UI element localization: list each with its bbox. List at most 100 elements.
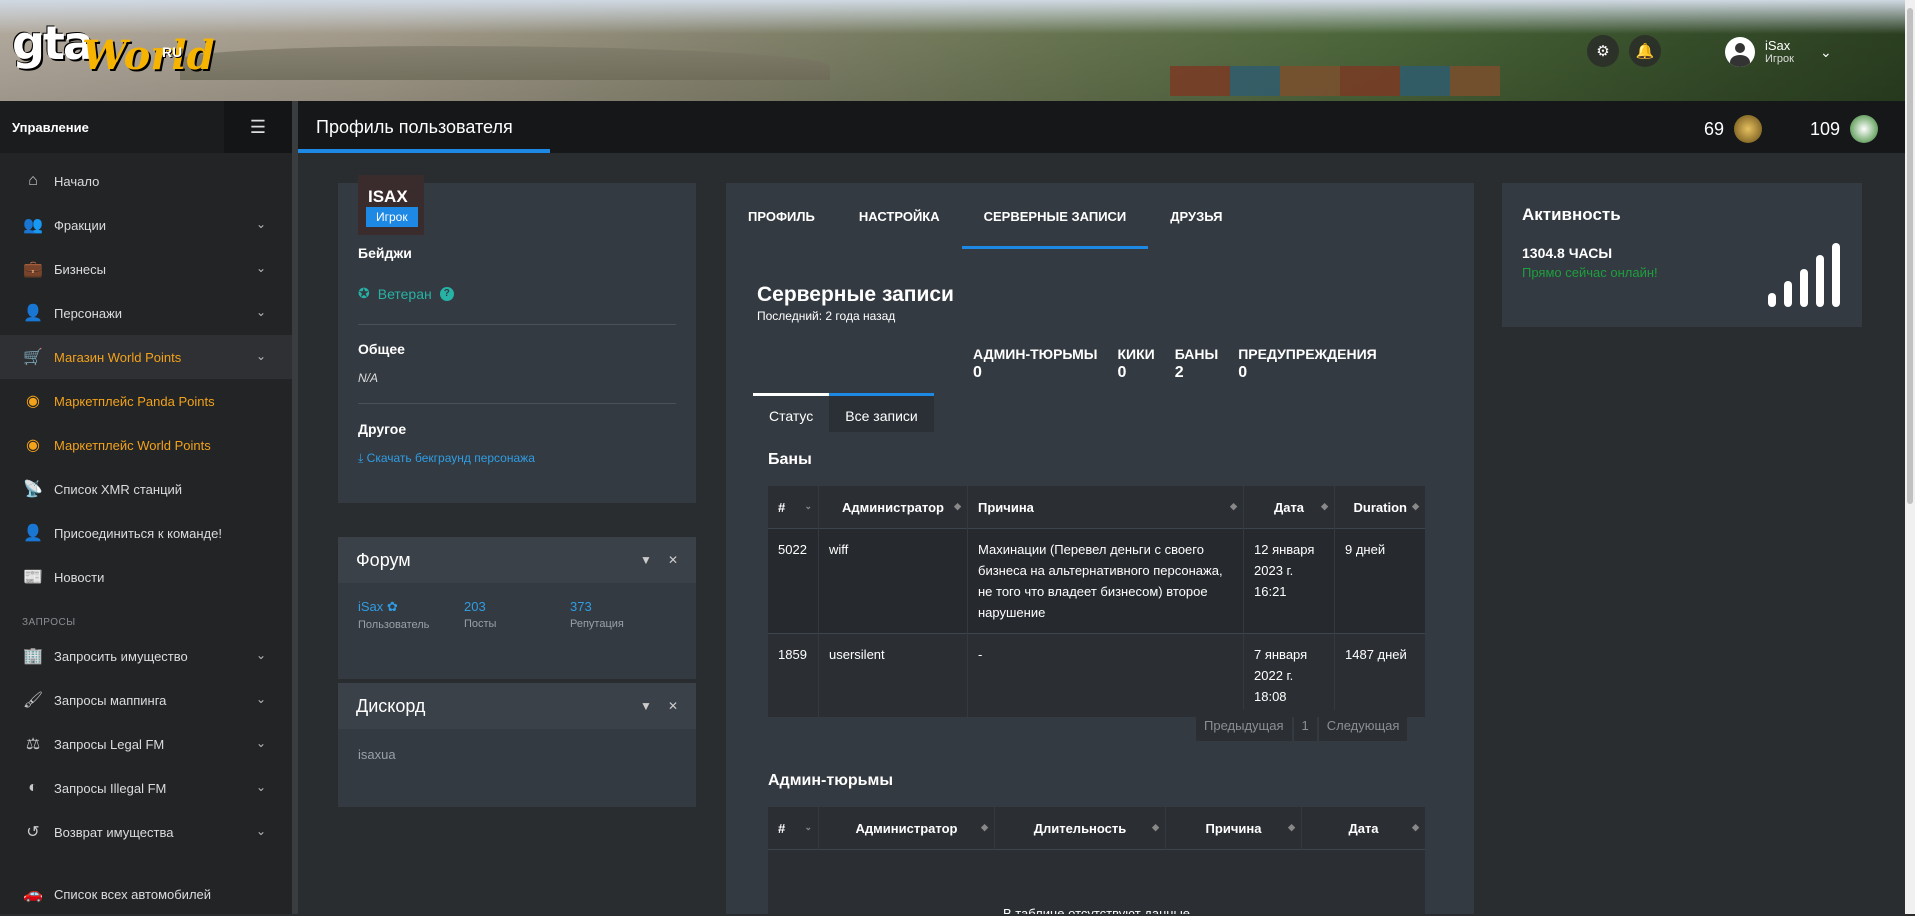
col-reason[interactable]: Причина ◆ [967, 486, 1244, 529]
forum-user-link[interactable]: iSax ✿ [358, 599, 464, 615]
close-icon[interactable]: ✕ [668, 699, 678, 713]
download-background-link[interactable]: ⤓ Скачать бекграунд персонажа [358, 451, 535, 466]
sort-icon: ◆ [1321, 501, 1328, 511]
discord-widget-header: Дискорд ▼ ✕ [338, 683, 696, 729]
undo-icon: ↺ [26, 824, 40, 841]
page-scrollbar[interactable] [1905, 0, 1915, 914]
world-points-stat: 109 [1810, 115, 1879, 143]
collapse-icon[interactable]: ▼ [640, 553, 652, 567]
table-header-row: # ⌄ Администратор ◆ Длительность ◆ Причина ◆… [768, 807, 1426, 850]
forum-widget: Форум ▼ ✕ iSax ✿ Пользователь 203 Посты … [338, 537, 696, 679]
avatar [1725, 37, 1755, 67]
subtab-all-records[interactable]: Все записи [829, 393, 934, 432]
sidebar-item-legal-fm[interactable]: ⚖ Запросы Legal FM ⌄ [0, 722, 292, 766]
sidebar-section-requests: ЗАПРОСЫ [22, 617, 76, 628]
bans-pagination: Предыдущая 1 Следующая [1196, 710, 1408, 741]
panda-icon [1850, 115, 1879, 143]
user-menu[interactable]: iSax Игрок ⌄ [1725, 34, 1832, 70]
verified-icon: ✿ [386, 599, 398, 614]
panda-points-value: 69 [1704, 118, 1725, 139]
tab-server-records[interactable]: СЕРВЕРНЫЕ ЗАПИСИ [961, 183, 1149, 249]
sidebar: Управление ☰ ⌂ Начало 👥 Фракции ⌄ 💼 Бизнесы ⌄… [0, 101, 292, 914]
users-icon: 👥 [23, 217, 43, 234]
sidebar-item-factions[interactable]: 👥 Фракции ⌄ [0, 203, 292, 247]
table-header-row: # ⌄ Администратор ◆ Причина ◆ Дата ◆ Duratio… [768, 486, 1426, 529]
chevron-down-icon: ⌄ [255, 780, 266, 794]
forum-user-label: Пользователь [358, 619, 430, 631]
discord-widget: Дискорд ▼ ✕ isaxua [338, 683, 696, 807]
sidebar-item-join-team[interactable]: 👤 Присоединиться к команде! [0, 511, 292, 555]
sidebar-item-wp-market[interactable]: ◉ Маркетплейс World Points [0, 423, 292, 467]
sidebar-item-xmr[interactable]: 📡 Список XMR станций [0, 467, 292, 511]
newspaper-icon: 📰 [23, 569, 43, 586]
tab-friends[interactable]: ДРУЗЬЯ [1148, 183, 1244, 249]
sort-icon: ◆ [1152, 822, 1159, 832]
col-date[interactable]: Дата ◆ [1243, 486, 1335, 529]
col-admin[interactable]: Администратор ◆ [818, 486, 968, 529]
divider [358, 403, 676, 404]
sidebar-item-mapping[interactable]: 🖌 Запросы маппинга ⌄ [0, 678, 292, 722]
veteran-badge[interactable]: ✪ Ветеран ? [358, 285, 454, 302]
sidebar-item-label: Маркетплейс Panda Points [54, 393, 215, 409]
pager-prev-button[interactable]: Предыдущая [1196, 710, 1292, 741]
sidebar-item-panda-market[interactable]: ◉ Маркетплейс Panda Points [0, 379, 292, 423]
sidebar-item-news[interactable]: 📰 Новости [0, 555, 292, 599]
sidebar-item-label: Список XMR станций [54, 481, 183, 497]
col-duration[interactable]: Duration ◆ [1334, 486, 1426, 529]
counter-warnings: ПРЕДУПРЕЖДЕНИЯ 0 [1238, 346, 1377, 381]
col-id[interactable]: # ⌄ [768, 486, 819, 529]
sidebar-item-label: Список всех автомобилей [54, 886, 212, 902]
cell-id: 1859 [768, 633, 819, 717]
sidebar-scrollbar[interactable] [292, 101, 298, 914]
briefcase-icon: 💼 [23, 261, 43, 278]
pager-page-1[interactable]: 1 [1293, 710, 1317, 741]
cell-id: 5022 [768, 528, 819, 634]
cell-date: 7 января 2022 г. 18:08 [1243, 633, 1335, 717]
question-icon[interactable]: ? [439, 286, 454, 301]
sort-icon: ◆ [1412, 501, 1419, 511]
scrollbar-thumb[interactable] [1907, 8, 1913, 504]
col-admin[interactable]: Администратор ◆ [818, 807, 995, 850]
sidebar-item-illegal-fm[interactable]: ◐ Запросы Illegal FM ⌄ [0, 766, 292, 810]
menu-toggle-icon[interactable]: ☰ [224, 101, 292, 153]
signal-bars-icon [1768, 243, 1840, 307]
sidebar-item-home[interactable]: ⌂ Начало [0, 159, 292, 203]
sidebar-item-property-return[interactable]: ↺ Возврат имущества ⌄ [0, 810, 292, 854]
veteran-label: Ветеран [377, 285, 432, 302]
medal-icon [1734, 115, 1763, 143]
sidebar-item-all-cars[interactable]: 🚗 Список всех автомобилей [0, 872, 292, 916]
col-length[interactable]: Длительность ◆ [994, 807, 1166, 850]
sidebar-item-wp-shop[interactable]: 🛒 Магазин World Points ⌄ [0, 335, 292, 379]
col-reason[interactable]: Причина ◆ [1165, 807, 1302, 850]
pager-next-button[interactable]: Следующая [1318, 710, 1408, 741]
sidebar-item-characters[interactable]: 👤 Персонажи ⌄ [0, 291, 292, 335]
forum-stats: iSax ✿ Пользователь 203 Посты 373 Репута… [338, 583, 696, 647]
logo-ru: RU [162, 44, 183, 60]
cell-duration: 9 дней [1334, 528, 1426, 634]
collapse-icon[interactable]: ▼ [640, 699, 652, 713]
empty-message: В таблице отсутствуют данные [768, 849, 1426, 914]
banner-landscape [180, 46, 830, 80]
sidebar-item-request-property[interactable]: 🏢 Запросить имущество ⌄ [0, 634, 292, 678]
coins-icon: ◉ [26, 393, 40, 410]
bell-icon[interactable]: 🔔 [1629, 35, 1661, 67]
sort-icon: ⌄ [804, 822, 812, 832]
subtab-status[interactable]: Статус [753, 393, 830, 432]
close-icon[interactable]: ✕ [668, 553, 678, 567]
col-date[interactable]: Дата ◆ [1301, 807, 1426, 850]
sidebar-item-label: Новости [54, 569, 105, 585]
site-logo[interactable]: gta World RU [12, 16, 215, 79]
cell-admin: usersilent [818, 633, 968, 717]
tab-profile[interactable]: ПРОФИЛЬ [726, 183, 837, 249]
chevron-down-icon: ⌄ [255, 648, 266, 662]
sidebar-item-label: Возврат имущества [54, 824, 174, 840]
col-id[interactable]: # ⌄ [768, 807, 819, 850]
user-role: Игрок [1765, 52, 1794, 65]
tab-settings[interactable]: НАСТРОЙКА [837, 183, 962, 249]
sidebar-item-label: Персонажи [54, 305, 123, 321]
gear-icon[interactable]: ⚙ [1587, 35, 1619, 67]
chevron-down-icon[interactable]: ⌄ [1820, 44, 1832, 61]
online-status: Прямо сейчас онлайн! [1522, 265, 1658, 280]
sidebar-item-businesses[interactable]: 💼 Бизнесы ⌄ [0, 247, 292, 291]
mask-icon: ◐ [28, 779, 38, 796]
